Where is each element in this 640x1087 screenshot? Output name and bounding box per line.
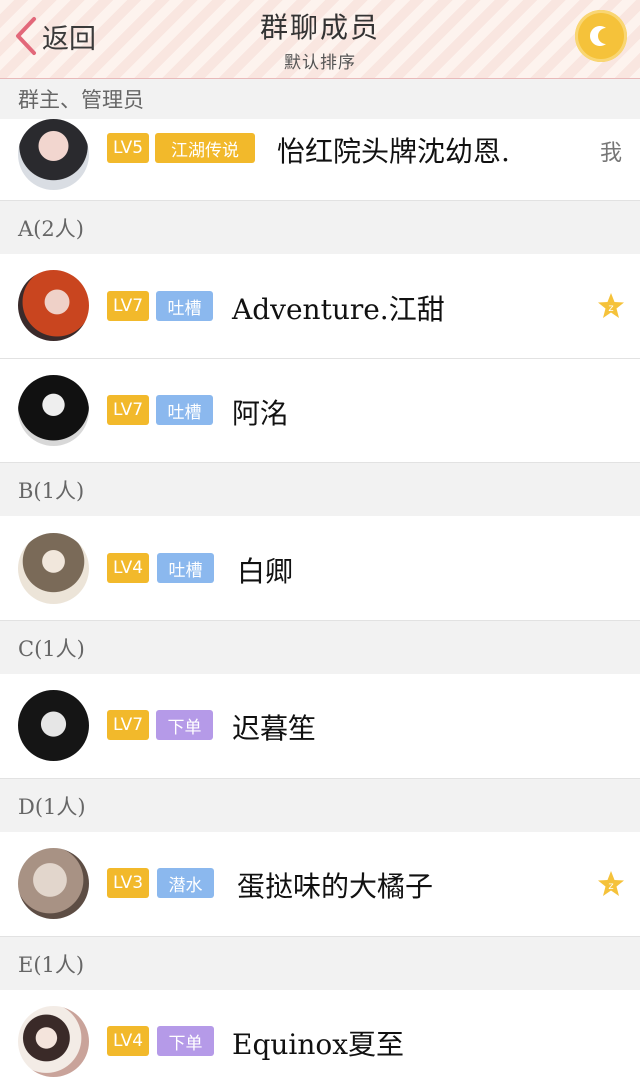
star-z-icon: z — [598, 871, 624, 896]
top-bar: 返回 群聊成员 默认排序 — [0, 0, 640, 79]
role-badge: 吐槽 — [157, 553, 214, 583]
member-name: Equinox夏至 — [232, 1028, 405, 1061]
section-header-a: A(2人) — [0, 201, 640, 254]
avatar — [18, 119, 89, 190]
avatar — [18, 270, 89, 341]
avatar — [18, 375, 89, 446]
avatar — [18, 690, 89, 761]
section-title: E(1人) — [18, 952, 85, 977]
role-badge: 江湖传说 — [155, 133, 255, 163]
member-row[interactable]: LV4 吐槽 白卿 — [0, 516, 640, 621]
level-badge: LV7 — [107, 395, 149, 425]
member-row[interactable]: LV3 潜水 蛋挞味的大橘子 z — [0, 832, 640, 937]
section-header-c: C(1人) — [0, 621, 640, 674]
section-header-d: D(1人) — [0, 779, 640, 832]
member-row[interactable]: LV4 下单 Equinox夏至 — [0, 990, 640, 1087]
avatar — [18, 848, 89, 919]
role-badge: 吐槽 — [156, 291, 213, 321]
level-badge: LV3 — [107, 868, 149, 898]
page-title: 群聊成员 — [259, 11, 380, 44]
svg-text:z: z — [608, 303, 613, 314]
section-title: B(1人) — [18, 478, 85, 503]
section-title: C(1人) — [18, 636, 85, 661]
section-title: D(1人) — [18, 794, 86, 819]
avatar — [18, 533, 89, 604]
member-row[interactable]: LV7 吐槽 Adventure.江甜 z — [0, 254, 640, 359]
section-header-b: B(1人) — [0, 463, 640, 516]
level-badge: LV4 — [107, 1026, 149, 1056]
member-row[interactable]: LV7 下单 迟暮笙 — [0, 674, 640, 779]
role-badge: 下单 — [157, 1026, 214, 1056]
member-row[interactable]: LV5 江湖传说 怡红院头牌沈幼恩. 我 — [0, 119, 640, 201]
me-label: 我 — [600, 141, 623, 166]
svg-text:z: z — [608, 881, 613, 892]
member-name: 怡红院头牌沈幼恩. — [277, 135, 510, 168]
level-badge: LV7 — [107, 710, 149, 740]
member-name: 蛋挞味的大橘子 — [237, 870, 434, 903]
role-badge: 潜水 — [157, 868, 214, 898]
member-name: Adventure.江甜 — [232, 293, 445, 326]
avatar — [18, 1006, 89, 1077]
section-title: A(2人) — [18, 216, 84, 241]
section-title: 群主、管理员 — [18, 88, 144, 112]
level-badge: LV7 — [107, 291, 149, 321]
theme-badge-button[interactable] — [575, 10, 627, 62]
role-badge: 吐槽 — [156, 395, 213, 425]
title-block: 群聊成员 默认排序 — [0, 6, 640, 73]
member-name: 白卿 — [237, 555, 294, 588]
member-row[interactable]: LV7 吐槽 阿洺 — [0, 359, 640, 463]
level-badge: LV5 — [107, 133, 149, 163]
section-header-admins: 群主、管理员 — [0, 79, 640, 119]
star-z-icon: z — [598, 293, 624, 318]
section-header-e: E(1人) — [0, 937, 640, 990]
member-name: 阿洺 — [232, 397, 289, 430]
sort-subtitle[interactable]: 默认排序 — [0, 48, 640, 73]
role-badge: 下单 — [156, 710, 213, 740]
member-name: 迟暮笙 — [232, 712, 317, 745]
moon-icon — [590, 26, 606, 46]
level-badge: LV4 — [107, 553, 149, 583]
